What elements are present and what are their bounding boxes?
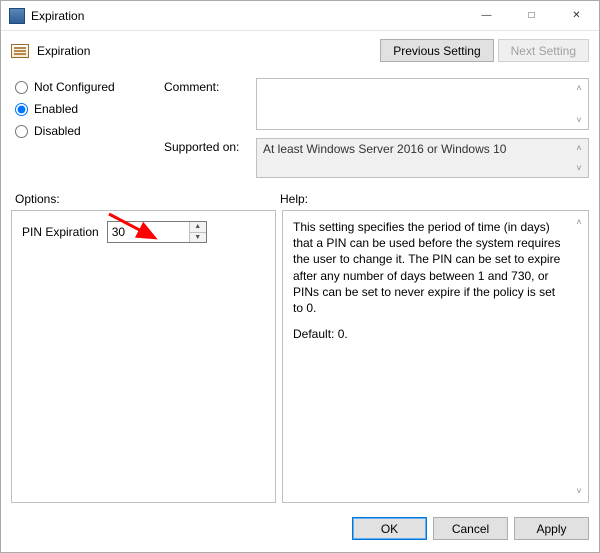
minimize-button[interactable]: —	[464, 1, 509, 30]
pin-expiration-label: PIN Expiration	[22, 225, 99, 239]
radio-not-configured-input[interactable]	[15, 81, 28, 94]
chevron-down-icon: ˅	[572, 161, 586, 175]
chevron-up-icon: ˄	[572, 141, 586, 155]
policy-icon	[11, 44, 29, 58]
radio-not-configured-label: Not Configured	[34, 80, 115, 94]
spinner-buttons[interactable]: ▲ ▼	[189, 222, 206, 242]
help-text-2: Default: 0.	[293, 326, 568, 342]
close-button[interactable]: ✕	[554, 1, 599, 30]
header-row: Expiration Previous Setting Next Setting	[1, 31, 599, 72]
ok-button[interactable]: OK	[352, 517, 427, 540]
titlebar: Expiration — □ ✕	[1, 1, 599, 31]
lower-section: PIN Expiration ▲ ▼ This setting specifie…	[1, 210, 599, 509]
help-text-1: This setting specifies the period of tim…	[293, 219, 568, 316]
pin-expiration-input[interactable]	[108, 222, 189, 242]
options-pane: PIN Expiration ▲ ▼	[11, 210, 276, 503]
window-title: Expiration	[31, 9, 84, 23]
chevron-up-icon[interactable]: ˄	[572, 81, 586, 95]
radio-enabled-input[interactable]	[15, 103, 28, 116]
maximize-button[interactable]: □	[509, 1, 554, 30]
radio-enabled-label: Enabled	[34, 102, 78, 116]
cancel-button[interactable]: Cancel	[433, 517, 508, 540]
app-icon	[9, 8, 25, 24]
radio-enabled[interactable]: Enabled	[15, 102, 160, 116]
options-label: Options:	[15, 192, 280, 206]
mid-labels: Options: Help:	[1, 186, 599, 210]
chevron-down-icon[interactable]: ˅	[572, 113, 586, 127]
supported-value: At least Windows Server 2016 or Windows …	[263, 142, 506, 156]
supported-scrollbar: ˄ ˅	[572, 141, 586, 175]
next-setting-button: Next Setting	[498, 39, 589, 62]
dialog-buttons: OK Cancel Apply	[1, 509, 599, 552]
chevron-down-icon[interactable]: ˅	[572, 484, 586, 498]
pin-expiration-spinner[interactable]: ▲ ▼	[107, 221, 207, 243]
radio-disabled-input[interactable]	[15, 125, 28, 138]
help-pane: This setting specifies the period of tim…	[282, 210, 589, 503]
upper-section: Not Configured Enabled Disabled Comment:…	[1, 72, 599, 186]
supported-label: Supported on:	[164, 138, 252, 178]
radio-disabled-label: Disabled	[34, 124, 81, 138]
spinner-up-icon[interactable]: ▲	[190, 222, 206, 233]
spinner-down-icon[interactable]: ▼	[190, 233, 206, 243]
apply-button[interactable]: Apply	[514, 517, 589, 540]
setting-name: Expiration	[37, 44, 90, 58]
radio-not-configured[interactable]: Not Configured	[15, 80, 160, 94]
radio-disabled[interactable]: Disabled	[15, 124, 160, 138]
comment-field[interactable]: ˄ ˅	[256, 78, 589, 130]
comment-label: Comment:	[164, 78, 252, 130]
help-scrollbar[interactable]: ˄ ˅	[572, 215, 586, 498]
previous-setting-button[interactable]: Previous Setting	[380, 39, 493, 62]
comment-scrollbar[interactable]: ˄ ˅	[572, 81, 586, 127]
help-label: Help:	[280, 192, 589, 206]
supported-field: At least Windows Server 2016 or Windows …	[256, 138, 589, 178]
state-radios: Not Configured Enabled Disabled	[15, 78, 160, 178]
chevron-up-icon[interactable]: ˄	[572, 215, 586, 229]
pin-expiration-row: PIN Expiration ▲ ▼	[22, 221, 265, 243]
